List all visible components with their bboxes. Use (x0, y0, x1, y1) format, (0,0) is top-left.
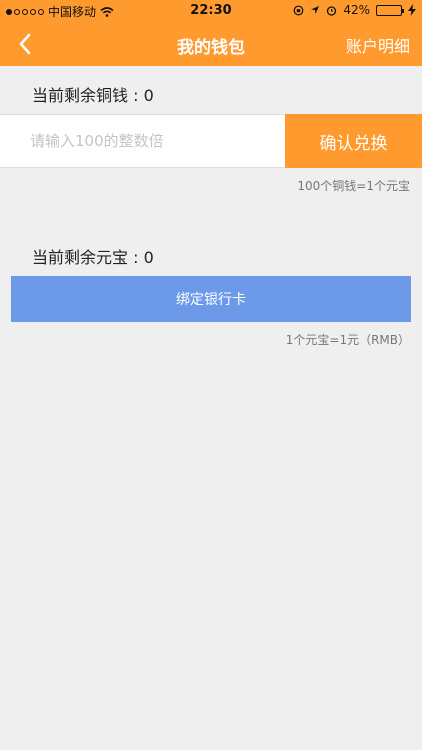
status-right: 42% (293, 3, 416, 17)
status-bar: 中国移动 22:30 42% (0, 0, 422, 22)
bind-bank-card-button[interactable]: 绑定银行卡 (11, 276, 411, 322)
nav-bar: 我的钱包 账户明细 (0, 22, 422, 66)
copper-rate-note: 100个铜钱=1个元宝 (297, 179, 410, 193)
orientation-lock-icon (293, 5, 304, 15)
account-details-link[interactable]: 账户明细 (346, 33, 410, 57)
yuanbao-rate-note: 1个元宝=1元（RMB） (285, 333, 410, 347)
charging-icon (408, 4, 416, 16)
battery-percent: 42% (343, 3, 370, 17)
alarm-icon (327, 5, 337, 16)
yuanbao-balance: 当前剩余元宝 : 0 (32, 248, 154, 267)
battery-icon (376, 4, 404, 16)
confirm-exchange-button[interactable]: 确认兑换 (285, 114, 422, 168)
exchange-amount-input[interactable] (0, 115, 285, 167)
exchange-row: 确认兑换 (0, 114, 422, 168)
copper-balance: 当前剩余铜钱 : 0 (32, 86, 154, 105)
location-icon (311, 6, 320, 14)
